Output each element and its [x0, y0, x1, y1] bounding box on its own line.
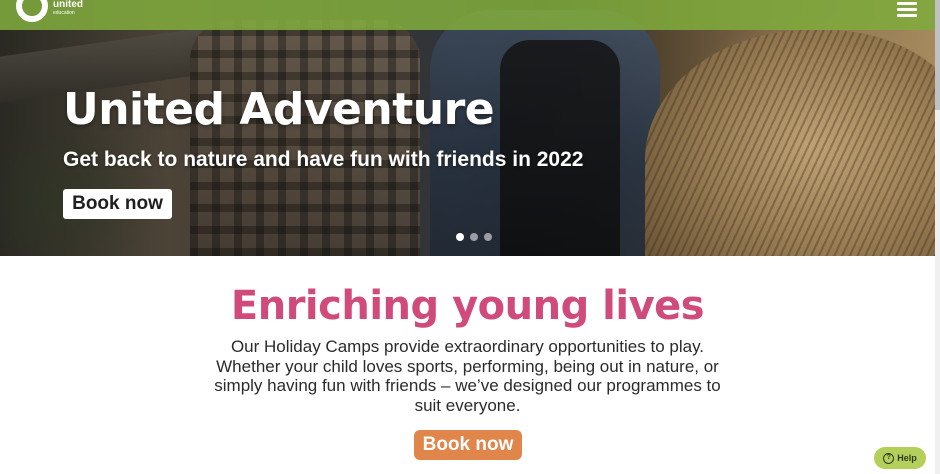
section-title: Enriching young lives: [230, 283, 705, 329]
book-now-button[interactable]: Book now: [414, 430, 522, 460]
carousel-dot-1[interactable]: [456, 233, 464, 241]
scrollbar-thumb[interactable]: [935, 0, 940, 110]
logo-line-1: united: [53, 0, 83, 10]
help-label: Help: [897, 453, 917, 463]
hero-title: United Adventure: [63, 84, 495, 135]
help-button[interactable]: ? Help: [874, 447, 926, 469]
logo-text: united education: [53, 0, 83, 16]
carousel-dot-2[interactable]: [470, 233, 478, 241]
carousel-dots: [456, 233, 492, 241]
page-scrollbar[interactable]: [935, 0, 940, 474]
hero-banner: united education United Adventure Get ba…: [0, 0, 935, 256]
hero-subtitle: Get back to nature and have fun with fri…: [63, 148, 584, 171]
carousel-dot-3[interactable]: [484, 233, 492, 241]
site-logo[interactable]: united education: [16, 0, 83, 24]
logo-line-2: education: [53, 10, 75, 16]
hamburger-menu-icon[interactable]: [897, 2, 917, 18]
logo-ring-icon: [16, 0, 48, 22]
site-header: united education: [0, 0, 935, 30]
question-circle-icon: ?: [883, 452, 895, 464]
hero-book-now-button[interactable]: Book now: [63, 189, 172, 219]
intro-paragraph: Our Holiday Camps provide extraordinary …: [214, 337, 721, 415]
